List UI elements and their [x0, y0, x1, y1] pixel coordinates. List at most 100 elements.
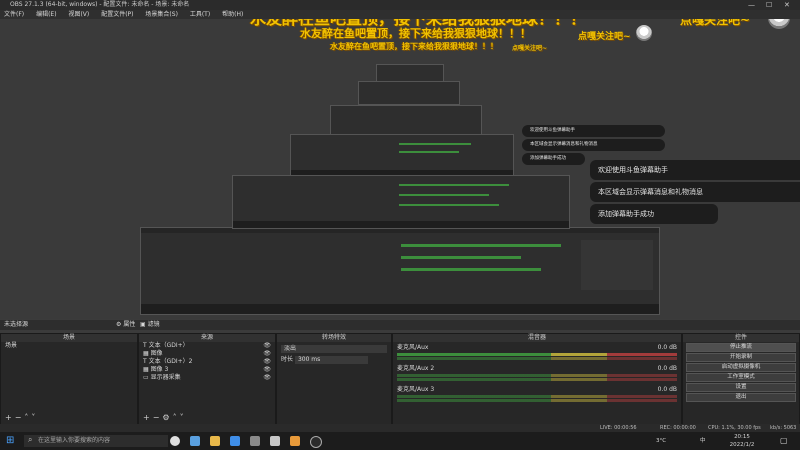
source-item[interactable]: ▦ 图像 3 👁 [139, 366, 275, 374]
channel-db: 0.0 dB [657, 344, 677, 351]
exit-button[interactable]: 退出 [686, 393, 796, 402]
mixer-dock: 混音器 麦克风/Aux 0.0 dB 麦克风/Aux 2 0.0 dB 麦克风/Au… [392, 333, 682, 425]
menu-view[interactable]: 视图(V) [68, 11, 89, 18]
sources-header: 来源 [139, 334, 275, 342]
channel-db: 0.0 dB [657, 386, 677, 393]
transition-select[interactable]: 淡出 [281, 345, 387, 353]
move-down-icon[interactable]: ˅ [31, 413, 38, 422]
remove-icon[interactable]: − [15, 413, 25, 422]
menu-bar: 文件(F) 编辑(E) 视图(V) 配置文件(P) 场景集合(S) 工具(T) … [0, 10, 800, 19]
menu-tools[interactable]: 工具(T) [190, 11, 210, 18]
scenes-dock: 场景 场景 +−˄˅ [0, 333, 138, 425]
sources-toolbar: +−⚙˄˅ [143, 413, 187, 422]
settings-button[interactable]: 设置 [686, 383, 796, 392]
douyu-icon[interactable] [290, 436, 300, 446]
tray-clock[interactable]: 20:15 2022/1/2 [724, 433, 760, 449]
edge-browser-icon[interactable] [190, 436, 200, 446]
tray-temperature: 3°C [656, 438, 667, 444]
add-icon[interactable]: + [143, 413, 153, 422]
store-icon[interactable] [230, 436, 240, 446]
controls-dock: 控件 停止推流 开始录制 启动虚拟摄像机 工作室模式 设置 退出 [682, 333, 800, 425]
menu-profile[interactable]: 配置文件(P) [101, 11, 133, 18]
visibility-eye-icon[interactable]: 👁 [263, 342, 271, 350]
mixer-channel: 麦克风/Aux 0.0 dB [393, 342, 681, 363]
image-icon: ▦ [143, 350, 149, 357]
windows-start-icon[interactable]: ⊞ [6, 435, 14, 446]
start-virtual-camera-button[interactable]: 启动虚拟摄像机 [686, 363, 796, 372]
move-down-icon[interactable]: ˅ [180, 413, 187, 422]
preview-canvas[interactable]: 水友醉在鱼吧置顶，接下来给我狠狠地球！！！ 点嘎关注吧~ 水友醉在鱼吧置顶，接下… [0, 19, 800, 319]
remove-icon[interactable]: − [153, 413, 163, 422]
chat-message-nested: 添加弹幕助手成功 [522, 153, 585, 165]
studio-mode-button[interactable]: 工作室模式 [686, 373, 796, 382]
filter-icon: ▣ [140, 321, 146, 328]
level-meter [397, 374, 677, 377]
monitor-icon: ▭ [143, 374, 149, 381]
gear-icon[interactable]: ⚙ [162, 413, 172, 422]
streamer-avatar [768, 19, 790, 29]
nested-obs-window-4 [330, 105, 482, 135]
taskbar: ⊞ 在这里输入你要搜索的内容 ⌕ 3°C 中 20:15 2022/1/2 ▢ [0, 432, 800, 450]
source-item[interactable]: T 文本（GDI+）2 👁 [139, 358, 275, 366]
nested-obs-window-2 [232, 175, 570, 229]
duration-input[interactable]: 300 ms [294, 356, 368, 364]
stop-streaming-button[interactable]: 停止推流 [686, 343, 796, 352]
channel-name: 麦克风/Aux 3 [397, 386, 435, 393]
streamer-avatar-nested [636, 25, 652, 41]
menu-file[interactable]: 文件(F) [4, 11, 24, 18]
text-icon: T [143, 358, 147, 365]
nested-obs-window-3 [290, 134, 514, 176]
visibility-eye-icon[interactable]: 👁 [263, 374, 271, 382]
source-item[interactable]: ▦ 图像 👁 [139, 350, 275, 358]
app-icon[interactable] [250, 436, 260, 446]
menu-help[interactable]: 帮助(H) [222, 11, 243, 18]
sources-dock: 来源 T 文本（GDI+） 👁 ▦ 图像 👁 T 文本（GDI+）2 👁 ▦ 图像 3… [138, 333, 276, 425]
window-title: OBS 27.1.3 (64-bit, windows) - 配置文件: 未命名… [10, 1, 190, 8]
cpu-usage: CPU: 1.1%, 30.00 fps [708, 425, 761, 431]
chat-message: 本区域会显示弹幕消息和礼物消息 [590, 182, 800, 202]
volume-slider[interactable] [397, 357, 677, 360]
gear-icon: ⚙ [116, 321, 122, 328]
scenes-header: 场景 [1, 334, 137, 342]
source-item[interactable]: ▭ 显示器采集 👁 [139, 374, 275, 382]
obs-icon[interactable] [310, 436, 322, 448]
taskbar-search[interactable]: 在这里输入你要搜索的内容 [24, 435, 168, 447]
volume-slider[interactable] [397, 399, 677, 402]
source-item[interactable]: T 文本（GDI+） 👁 [139, 342, 275, 350]
file-explorer-icon[interactable] [210, 436, 220, 446]
visibility-eye-icon[interactable]: 👁 [263, 358, 271, 366]
scene-item[interactable]: 场景 [1, 342, 137, 350]
filters-button[interactable]: ▣ 滤镜 [140, 320, 160, 330]
live-time: LIVE: 00:00:56 [600, 425, 637, 431]
context-bar: 未选择源 ⚙ 属性 ▣ 滤镜 [0, 320, 800, 330]
visibility-eye-icon[interactable]: 👁 [263, 366, 271, 374]
maximize-button[interactable]: ☐ [766, 0, 772, 10]
controls-header: 控件 [683, 334, 799, 342]
channel-name: 麦克风/Aux 2 [397, 365, 435, 372]
pin-app-icon[interactable] [270, 436, 280, 446]
transitions-dock: 转场特效 淡出 时长 300 ms [276, 333, 392, 425]
notification-icon[interactable]: ▢ [780, 437, 788, 445]
visibility-eye-icon[interactable]: 👁 [263, 350, 271, 358]
move-up-icon[interactable]: ˄ [173, 413, 180, 422]
chat-message-nested: 本区域会显示弹幕消息和礼物消息 [522, 139, 665, 151]
tray-date: 2022/1/2 [729, 442, 755, 448]
tray-language[interactable]: 中 [700, 437, 706, 445]
level-meter [397, 395, 677, 398]
overlay-banner-nested: 水友醉在鱼吧置顶，接下来给我狠狠地球！！！ [300, 27, 531, 40]
channel-db: 0.0 dB [657, 365, 677, 372]
duration-label: 时长 [281, 356, 294, 363]
volume-slider[interactable] [397, 378, 677, 381]
task-view-icon[interactable] [170, 436, 180, 446]
menu-edit[interactable]: 编辑(E) [36, 11, 56, 18]
nested-obs-window-1 [140, 227, 660, 315]
bitrate: kb/s: 5063 [770, 425, 797, 431]
image-icon: ▦ [143, 366, 149, 373]
rec-time: REC: 00:00:00 [660, 425, 696, 431]
minimize-button[interactable]: — [748, 0, 755, 10]
menu-scene-collection[interactable]: 场景集合(S) [145, 11, 178, 18]
properties-button[interactable]: ⚙ 属性 [116, 320, 135, 330]
add-icon[interactable]: + [5, 413, 15, 422]
close-button[interactable]: ✕ [784, 0, 790, 10]
start-recording-button[interactable]: 开始录制 [686, 353, 796, 362]
